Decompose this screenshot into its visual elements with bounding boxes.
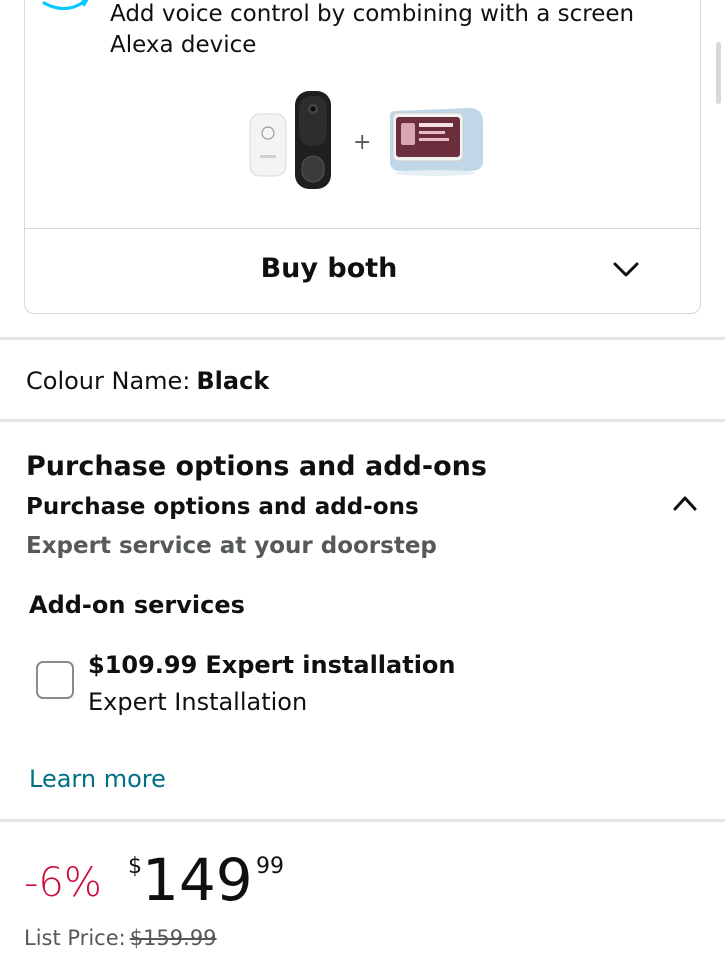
scrollbar[interactable] bbox=[716, 42, 721, 104]
section-divider bbox=[0, 337, 725, 340]
alexa-smile-icon bbox=[42, 0, 89, 10]
purchase-options-subheading[interactable]: Purchase options and add-ons bbox=[26, 494, 419, 520]
addon-option[interactable]: $109.99 Expert installation bbox=[88, 651, 456, 679]
echo-show-product-image bbox=[390, 108, 483, 176]
purchase-options-heading: Purchase options and add-ons bbox=[26, 451, 487, 482]
bundle-product-images: + bbox=[249, 91, 483, 189]
chevron-down-icon[interactable] bbox=[612, 259, 640, 279]
buy-both-button[interactable]: Buy both bbox=[25, 229, 700, 315]
list-price-value: $159.99 bbox=[129, 926, 217, 950]
expert-installation-checkbox[interactable] bbox=[36, 661, 74, 699]
list-price: List Price: $159.99 bbox=[24, 926, 217, 950]
buy-both-label: Buy both bbox=[260, 253, 398, 284]
price-whole: 149 bbox=[142, 846, 253, 914]
addon-services-title: Add-on services bbox=[29, 591, 245, 619]
addon-name: Expert installation bbox=[205, 651, 456, 679]
chime-product-image bbox=[249, 113, 287, 177]
colour-label: Colour Name: bbox=[26, 367, 191, 395]
discount-percent: -6% bbox=[24, 860, 102, 906]
colour-row: Colour Name: Black bbox=[26, 367, 269, 395]
plus-sign: + bbox=[353, 130, 371, 155]
price-currency: $ bbox=[128, 854, 142, 879]
purchase-options-tagline: Expert service at your doorstep bbox=[26, 533, 437, 559]
price-block: -6% $ 149 99 bbox=[24, 848, 424, 918]
list-price-label: List Price: bbox=[24, 926, 126, 950]
section-divider bbox=[0, 419, 725, 422]
doorbell-product-image bbox=[295, 91, 331, 189]
addon-description: Expert Installation bbox=[88, 688, 308, 716]
section-divider bbox=[0, 819, 725, 822]
learn-more-link[interactable]: Learn more bbox=[29, 765, 166, 793]
chevron-up-icon[interactable] bbox=[672, 494, 698, 512]
price-fraction: 99 bbox=[256, 854, 284, 879]
addon-price: $109.99 bbox=[88, 651, 198, 679]
bundle-description: Add voice control by combining with a sc… bbox=[110, 1, 635, 58]
bundle-card: Add voice control by combining with a sc… bbox=[24, 0, 701, 314]
colour-value: Black bbox=[196, 367, 270, 395]
